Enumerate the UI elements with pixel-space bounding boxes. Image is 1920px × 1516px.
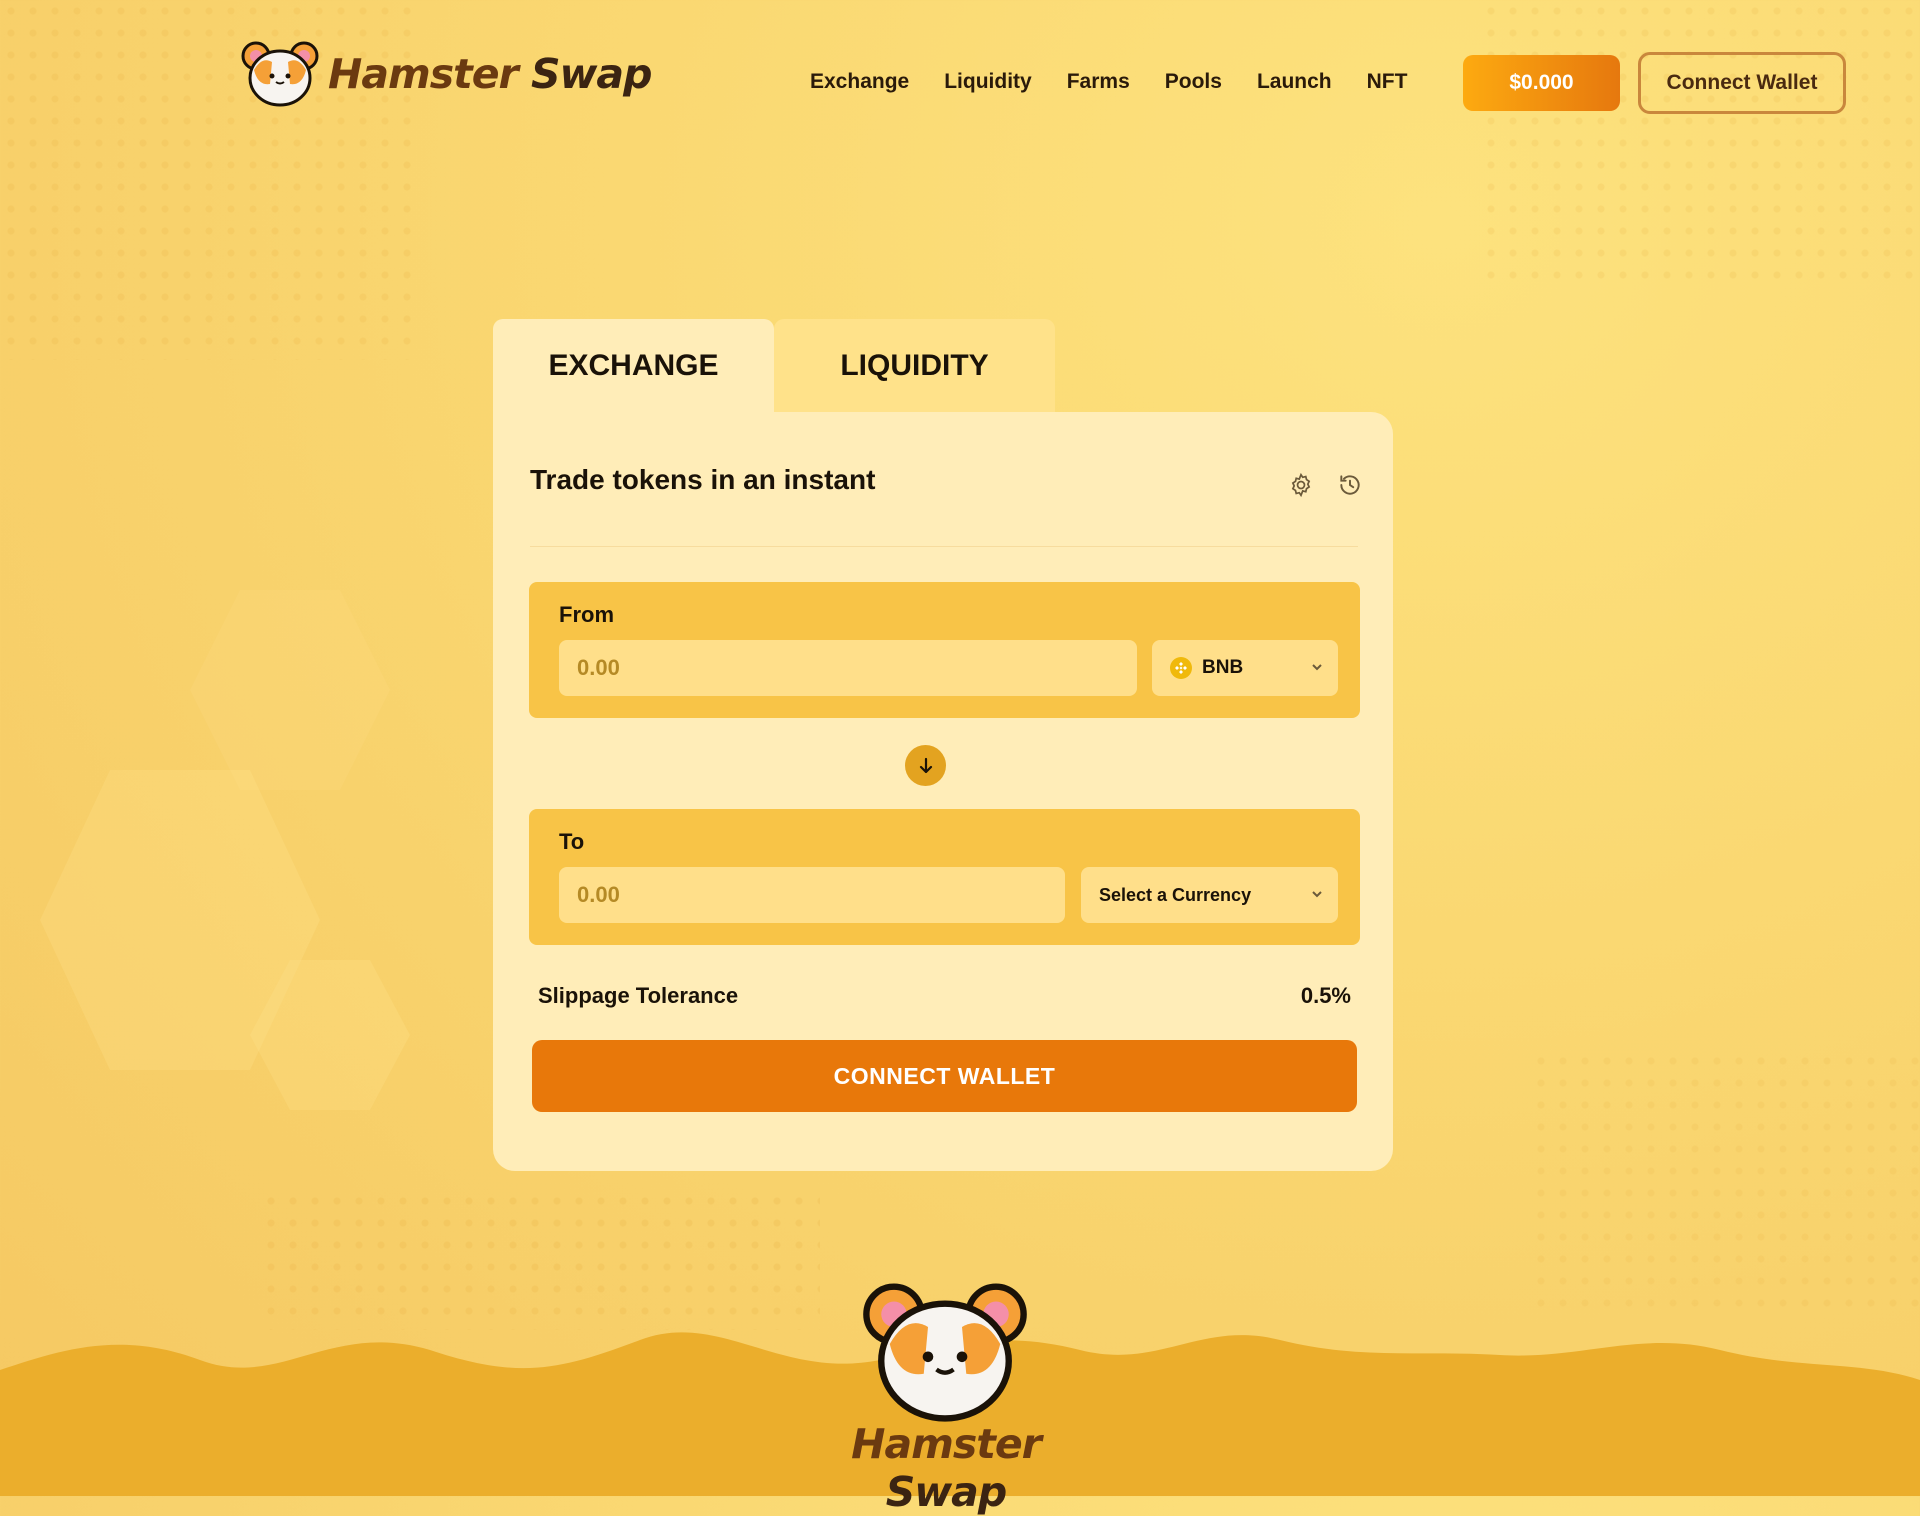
brand-name-part2: Swap [531, 50, 652, 98]
chevron-down-icon [1312, 664, 1322, 671]
to-amount-input[interactable] [559, 867, 1065, 923]
slippage-label: Slippage Tolerance [538, 983, 739, 1008]
from-token-select[interactable]: BNB [1152, 640, 1338, 696]
from-amount-input[interactable] [559, 640, 1137, 696]
nav-nft[interactable]: NFT [1367, 70, 1408, 94]
top-navbar: Hamster Swap Exchange Liquidity Farms Po… [0, 0, 1920, 150]
slippage-value: 0.5% [1300, 983, 1351, 1008]
background-hexagon [40, 770, 320, 1070]
background-hexagon [190, 590, 390, 790]
nav-liquidity[interactable]: Liquidity [944, 70, 1032, 94]
bnb-icon [1170, 657, 1192, 679]
hamster-logo-icon [241, 41, 319, 107]
background-dots [260, 1190, 820, 1330]
card-divider [530, 546, 1358, 547]
tab-liquidity[interactable]: LIQUIDITY [774, 319, 1055, 412]
chevron-down-icon [1312, 891, 1322, 898]
to-label: To [559, 829, 585, 854]
hamster-footer-logo-icon [863, 1283, 1027, 1422]
footer-brand-name: Hamster Swap [796, 1420, 1096, 1516]
swap-direction-button[interactable] [905, 745, 946, 786]
token-price-button[interactable]: $0.000 [1463, 55, 1620, 111]
card-title: Trade tokens in an instant [530, 464, 876, 495]
gear-icon[interactable] [1288, 472, 1314, 498]
connect-wallet-header-button[interactable]: Connect Wallet [1638, 52, 1846, 114]
from-panel: From BNB [529, 582, 1360, 718]
connect-wallet-button[interactable]: CONNECT WALLET [532, 1040, 1357, 1112]
footer-brand-part1: Hamster [851, 1420, 1042, 1468]
nav-pools[interactable]: Pools [1165, 70, 1222, 94]
main-nav: Exchange Liquidity Farms Pools Launch NF… [810, 70, 1442, 94]
history-icon[interactable] [1337, 472, 1363, 498]
nav-launch[interactable]: Launch [1257, 70, 1332, 94]
exchange-card: Trade tokens in an instant From BNB To S… [493, 412, 1393, 1171]
brand-name-part1: Hamster [328, 50, 519, 98]
background-hexagon [250, 960, 410, 1110]
to-token-select[interactable]: Select a Currency [1081, 867, 1338, 923]
footer-brand-part2: Swap [885, 1468, 1007, 1516]
to-token-label: Select a Currency [1099, 884, 1252, 905]
arrow-down-icon [919, 757, 932, 773]
to-panel: To Select a Currency [529, 809, 1360, 945]
tab-exchange[interactable]: EXCHANGE [493, 319, 774, 412]
from-token-label: BNB [1202, 657, 1244, 678]
nav-exchange[interactable]: Exchange [810, 70, 909, 94]
nav-farms[interactable]: Farms [1067, 70, 1130, 94]
from-label: From [559, 602, 614, 627]
background-dots [1530, 1050, 1920, 1310]
brand-logo[interactable]: Hamster Swap [240, 40, 652, 108]
brand-name: Hamster Swap [328, 50, 652, 98]
